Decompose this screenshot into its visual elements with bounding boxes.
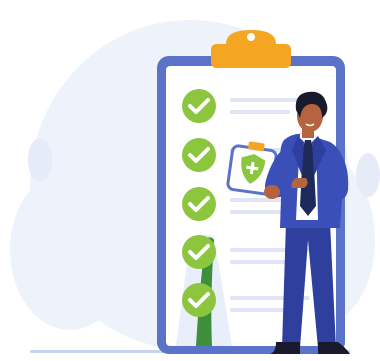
check-icon [182, 235, 216, 269]
check-icon [182, 283, 216, 317]
clip [211, 44, 291, 68]
illustration-canvas [10, 20, 380, 354]
checklist-illustration [0, 0, 380, 361]
check-icon [182, 138, 216, 172]
check-icon [182, 89, 216, 123]
check-icon [182, 187, 216, 221]
